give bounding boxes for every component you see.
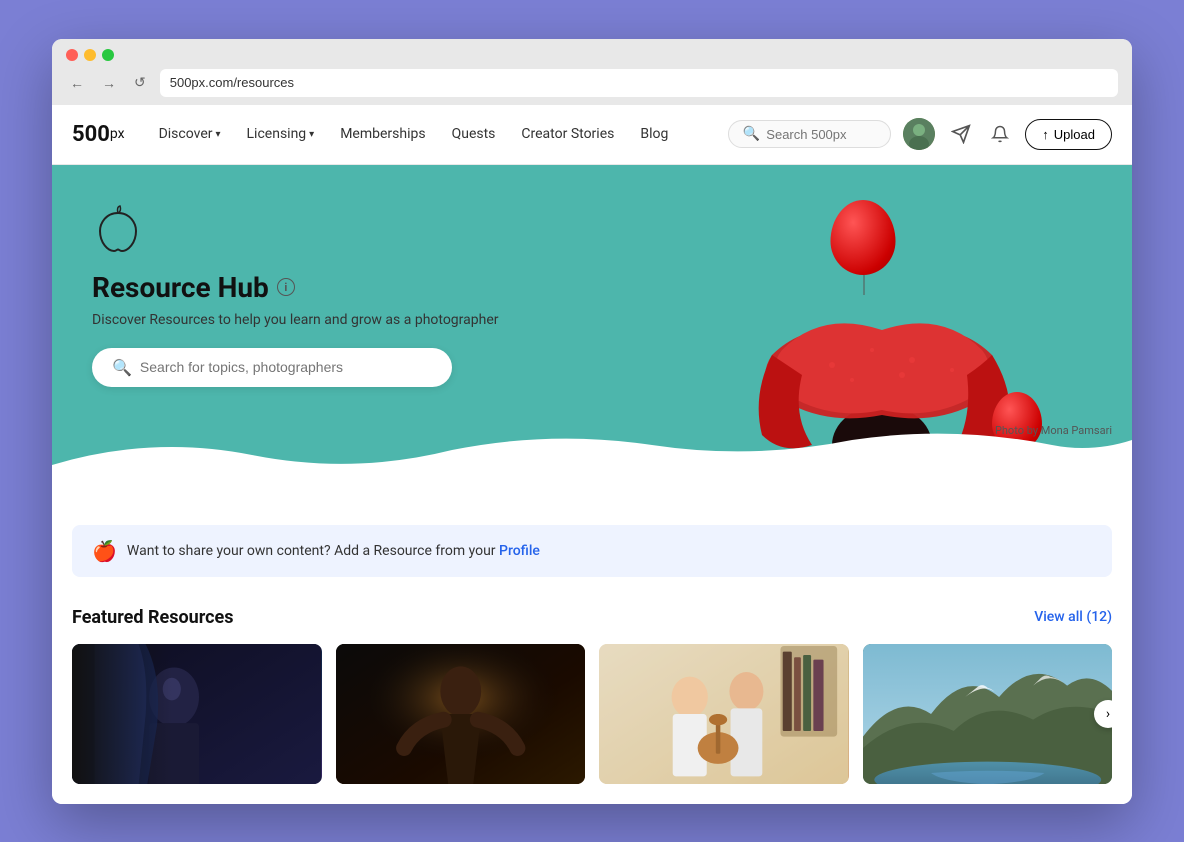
resource-card[interactable] [72,644,322,784]
minimize-dot[interactable] [84,49,96,61]
messages-button[interactable] [947,120,975,148]
nav-licensing-label: Licensing [247,126,307,142]
nav-creator-stories-label: Creator Stories [521,126,614,142]
section-title: Featured Resources [72,607,233,628]
view-all-link[interactable]: View all (12) [1034,609,1112,625]
upload-label: Upload [1054,127,1095,142]
info-icon[interactable]: i [277,278,295,296]
chevron-down-icon: ▾ [309,129,314,140]
featured-section: Featured Resources View all (12) [72,597,1112,804]
chevron-down-icon: ▾ [215,129,220,140]
address-bar[interactable] [160,69,1118,97]
back-button[interactable]: ← [66,73,88,93]
maximize-dot[interactable] [102,49,114,61]
content-area: 🍎 Want to share your own content? Add a … [52,525,1132,804]
browser-toolbar: ← → ↺ [66,69,1118,105]
upload-arrow-icon: ↑ [1042,127,1049,142]
nav-blog[interactable]: Blog [630,120,678,148]
nav-search-bar[interactable]: 🔍 [728,120,891,148]
logo-px: px [110,126,125,142]
nav-licensing[interactable]: Licensing ▾ [237,120,325,148]
resource-card[interactable] [336,644,586,784]
nav-discover-label: Discover [159,126,213,142]
resources-grid: › [72,644,1112,784]
banner-text: Want to share your own content? Add a Re… [127,543,540,559]
apple-icon [92,205,144,257]
hero-search-input[interactable] [140,359,432,375]
nav-links: Discover ▾ Licensing ▾ Memberships Quest… [149,120,728,148]
resource-banner: 🍎 Want to share your own content? Add a … [72,525,1112,577]
resource-card[interactable] [599,644,849,784]
nav-memberships[interactable]: Memberships [330,120,435,148]
avatar[interactable] [903,118,935,150]
hero-section: Resource Hub i Discover Resources to hel… [52,165,1132,505]
close-dot[interactable] [66,49,78,61]
search-icon: 🔍 [112,358,132,377]
refresh-button[interactable]: ↺ [130,72,150,93]
hero-content: Resource Hub i Discover Resources to hel… [52,165,572,467]
forward-button[interactable]: → [98,73,120,93]
upload-button[interactable]: ↑ Upload [1025,119,1112,150]
site-nav: 500px Discover ▾ Licensing ▾ Memberships… [52,105,1132,165]
nav-creator-stories[interactable]: Creator Stories [511,120,624,148]
browser-window: ← → ↺ 500px Discover ▾ Licensing ▾ Membe… [52,39,1132,804]
section-header: Featured Resources View all (12) [72,607,1112,628]
nav-quests-label: Quests [452,126,496,142]
search-icon: 🔍 [743,126,760,142]
nav-memberships-label: Memberships [340,126,425,142]
hero-search-bar[interactable]: 🔍 [92,348,452,387]
nav-quests[interactable]: Quests [442,120,506,148]
nav-right: 🔍 ↑ Uploa [728,118,1112,150]
nav-discover[interactable]: Discover ▾ [149,120,231,148]
red-balloon-top [831,200,896,275]
nav-search-input[interactable] [766,127,876,142]
banner-apple-icon: 🍎 [92,539,117,563]
photo-credit: Photo by Mona Pamsari [995,424,1112,437]
logo-text: 500 [72,122,110,147]
nav-blog-label: Blog [640,126,668,142]
resource-card[interactable]: › [863,644,1113,784]
profile-link[interactable]: Profile [499,543,540,559]
hero-subtitle: Discover Resources to help you learn and… [92,312,532,328]
browser-dots [66,49,1118,61]
site-logo[interactable]: 500px [72,122,125,147]
browser-chrome: ← → ↺ [52,39,1132,105]
hero-wave [52,425,1132,505]
notifications-button[interactable] [987,120,1013,148]
hero-title: Resource Hub i [92,271,532,304]
